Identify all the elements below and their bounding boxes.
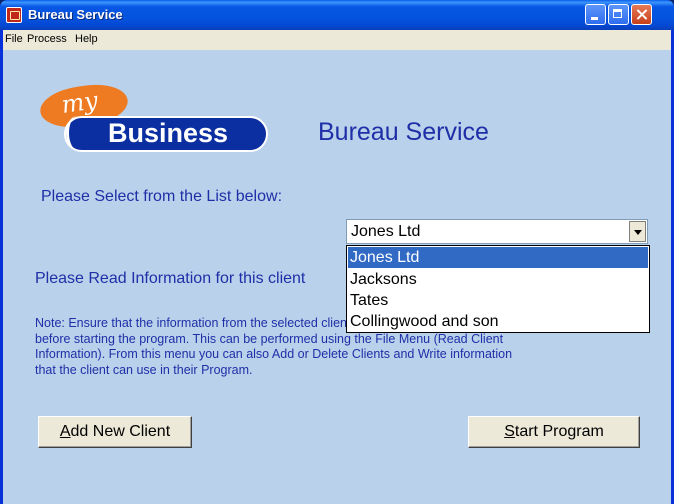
note-line: Information). From this menu you can als… bbox=[35, 347, 513, 361]
combo-selected-value: Jones Ltd bbox=[351, 223, 421, 240]
start-program-button[interactable]: Start Program bbox=[468, 416, 640, 448]
start-button-label: tart Program bbox=[514, 423, 604, 440]
logo-business-badge: Business bbox=[64, 116, 268, 152]
menu-help[interactable]: Help bbox=[75, 33, 98, 45]
title-bar[interactable]: Bureau Service bbox=[0, 0, 674, 30]
add-accelerator: A bbox=[59, 423, 71, 440]
maximize-button[interactable] bbox=[608, 4, 629, 25]
add-new-client-button[interactable]: Add New Client bbox=[38, 416, 192, 448]
window-title: Bureau Service bbox=[28, 7, 123, 22]
note-line: before starting the program. This can be… bbox=[35, 331, 504, 346]
chevron-down-icon[interactable] bbox=[629, 221, 646, 242]
note-line: that the client can use in their Program… bbox=[35, 362, 253, 377]
app-icon[interactable] bbox=[6, 7, 22, 23]
dropdown-option-jones-ltd[interactable]: Jones Ltd bbox=[348, 247, 648, 268]
logo-swoosh bbox=[66, 116, 89, 150]
application-window: Bureau Service File Process Help my Busi… bbox=[0, 0, 674, 504]
logo-my-text: my bbox=[59, 86, 100, 119]
close-button[interactable] bbox=[631, 4, 652, 25]
minimize-button[interactable] bbox=[585, 4, 606, 25]
note-line: Note: Ensure that the information from t… bbox=[35, 316, 346, 330]
menu-bar: File Process Help bbox=[3, 30, 671, 50]
start-accelerator: S bbox=[504, 423, 515, 440]
menu-file[interactable]: File bbox=[5, 33, 23, 45]
read-info-label: Please Read Information for this client bbox=[35, 270, 306, 287]
mybusiness-logo: my Business bbox=[37, 80, 268, 152]
dropdown-option-jacksons[interactable]: Jacksons bbox=[348, 269, 648, 290]
page-title: Bureau Service bbox=[318, 118, 489, 146]
client-select-combobox[interactable]: Jones Ltd bbox=[346, 219, 648, 244]
dropdown-option-tates[interactable]: Tates bbox=[348, 290, 648, 311]
dropdown-option-collingwood[interactable]: Collingwood and son bbox=[348, 311, 648, 332]
logo-business-text: Business bbox=[108, 118, 229, 148]
menu-process[interactable]: Process bbox=[27, 33, 67, 45]
client-dropdown-list: Jones Ltd Jacksons Tates Collingwood and… bbox=[346, 245, 650, 333]
select-client-label: Please Select from the List below: bbox=[41, 188, 283, 205]
add-button-label: dd New Client bbox=[70, 423, 171, 440]
